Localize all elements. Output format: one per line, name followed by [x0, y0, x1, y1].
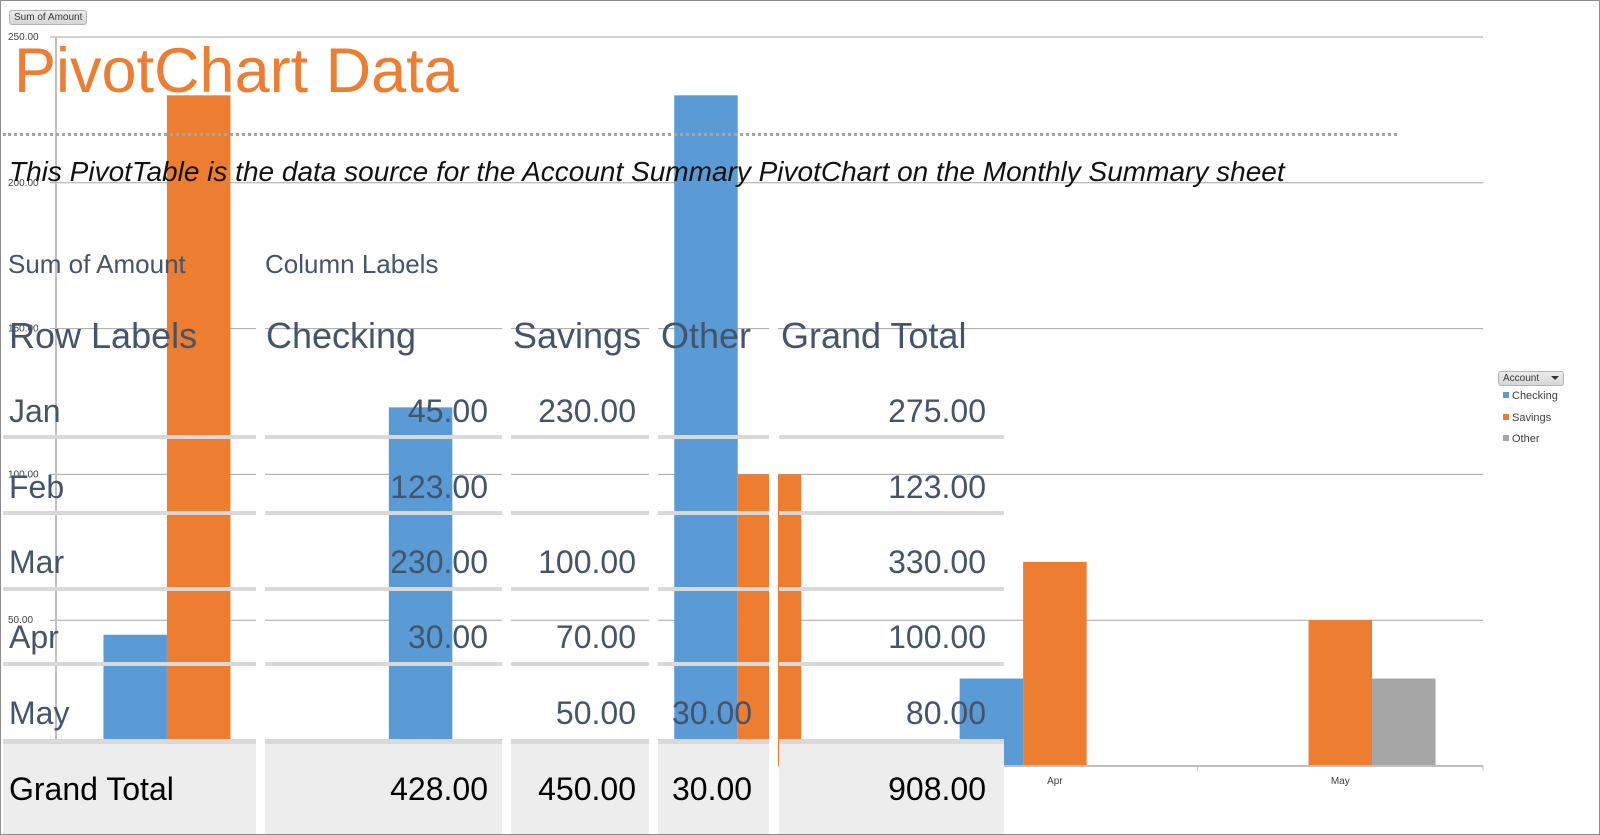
column-header-grand-total: Grand Total [781, 315, 967, 356]
column-gap [502, 299, 511, 834]
row-divider [3, 511, 256, 515]
row-label: May [9, 695, 70, 731]
title-divider [3, 133, 1397, 136]
cell-checking: 230.00 [390, 544, 488, 580]
legend-field-label: Account [1503, 373, 1540, 384]
bar-savings-may [1308, 620, 1373, 766]
row-divider [265, 587, 502, 591]
legend-swatch-savings [1503, 414, 1509, 420]
legend-entry-savings: Savings [1503, 412, 1551, 424]
column-header-checking: Checking [266, 315, 417, 356]
row-divider [779, 511, 1004, 515]
grand-total-savings: 450.00 [538, 771, 636, 807]
value-field-label: Sum of Amount [8, 249, 186, 279]
x-category-label: May [1331, 776, 1350, 787]
x-category-label: Apr [1047, 776, 1063, 787]
column-labels-label[interactable]: Column Labels [265, 249, 438, 280]
cell-grand-total: 123.00 [888, 469, 986, 505]
row-divider [3, 662, 256, 666]
cell-other: 30.00 [672, 695, 753, 731]
column-gap [769, 299, 778, 834]
pivotchart-sheet: 50.00100.00150.00200.00250.00 JanFebMarA… [0, 0, 1600, 835]
sheet-title: PivotChart Data [14, 36, 459, 106]
column-header-savings: Savings [513, 315, 642, 356]
sheet-subtitle: This PivotTable is the data source for t… [9, 156, 1285, 187]
legend-swatch-other [1503, 435, 1509, 441]
grand-total-label: Grand Total [9, 771, 174, 807]
cell-savings: 100.00 [538, 544, 636, 580]
row-divider [265, 511, 502, 515]
row-divider [779, 662, 1004, 666]
column-header-other: Other [661, 315, 752, 356]
row-divider [511, 587, 649, 591]
legend-entry-checking: Checking [1503, 390, 1558, 402]
cell-checking: 123.00 [390, 469, 488, 505]
row-divider [511, 435, 649, 439]
row-divider [658, 587, 769, 591]
cell-savings: 230.00 [538, 393, 636, 429]
column-gap [256, 299, 265, 834]
grand-total-checking: 428.00 [390, 771, 488, 807]
row-label: Mar [9, 544, 65, 580]
legend-label: Savings [1512, 412, 1552, 424]
row-label: Feb [9, 469, 65, 505]
row-divider [658, 511, 769, 515]
row-divider [511, 662, 649, 666]
cell-savings: 50.00 [555, 695, 636, 731]
row-divider [3, 587, 256, 591]
dropdown-arrow-icon[interactable] [1551, 376, 1559, 380]
legend-field-button[interactable]: Account [1498, 371, 1564, 386]
row-label: Jan [9, 393, 61, 429]
bar-savings-apr [1023, 561, 1087, 766]
row-divider [779, 435, 1004, 439]
grand-total-total: 908.00 [888, 771, 986, 807]
row-labels-header[interactable]: Row Labels [9, 315, 197, 357]
legend-label: Other [1512, 433, 1540, 445]
cell-checking: 30.00 [407, 619, 488, 655]
legend-swatch-checking [1503, 392, 1509, 398]
cell-grand-total: 80.00 [905, 695, 986, 731]
grand-total-other: 30.00 [672, 771, 753, 807]
cell-checking: 45.00 [407, 393, 488, 429]
cell-grand-total: 330.00 [888, 544, 986, 580]
legend-label: Checking [1512, 390, 1558, 402]
row-divider [658, 662, 769, 666]
row-divider [779, 587, 1004, 591]
row-divider [658, 435, 769, 439]
row-divider [265, 662, 502, 666]
row-divider [3, 435, 256, 439]
row-divider [265, 435, 502, 439]
cell-grand-total: 275.00 [888, 393, 986, 429]
column-gap [649, 299, 658, 834]
row-divider [511, 511, 649, 515]
cell-grand-total: 100.00 [888, 619, 986, 655]
value-field-button[interactable]: Sum of Amount [9, 10, 88, 25]
cell-savings: 70.00 [555, 619, 636, 655]
legend-entry-other: Other [1503, 433, 1540, 445]
bar-other-may [1372, 678, 1436, 766]
row-label: Apr [9, 619, 59, 655]
